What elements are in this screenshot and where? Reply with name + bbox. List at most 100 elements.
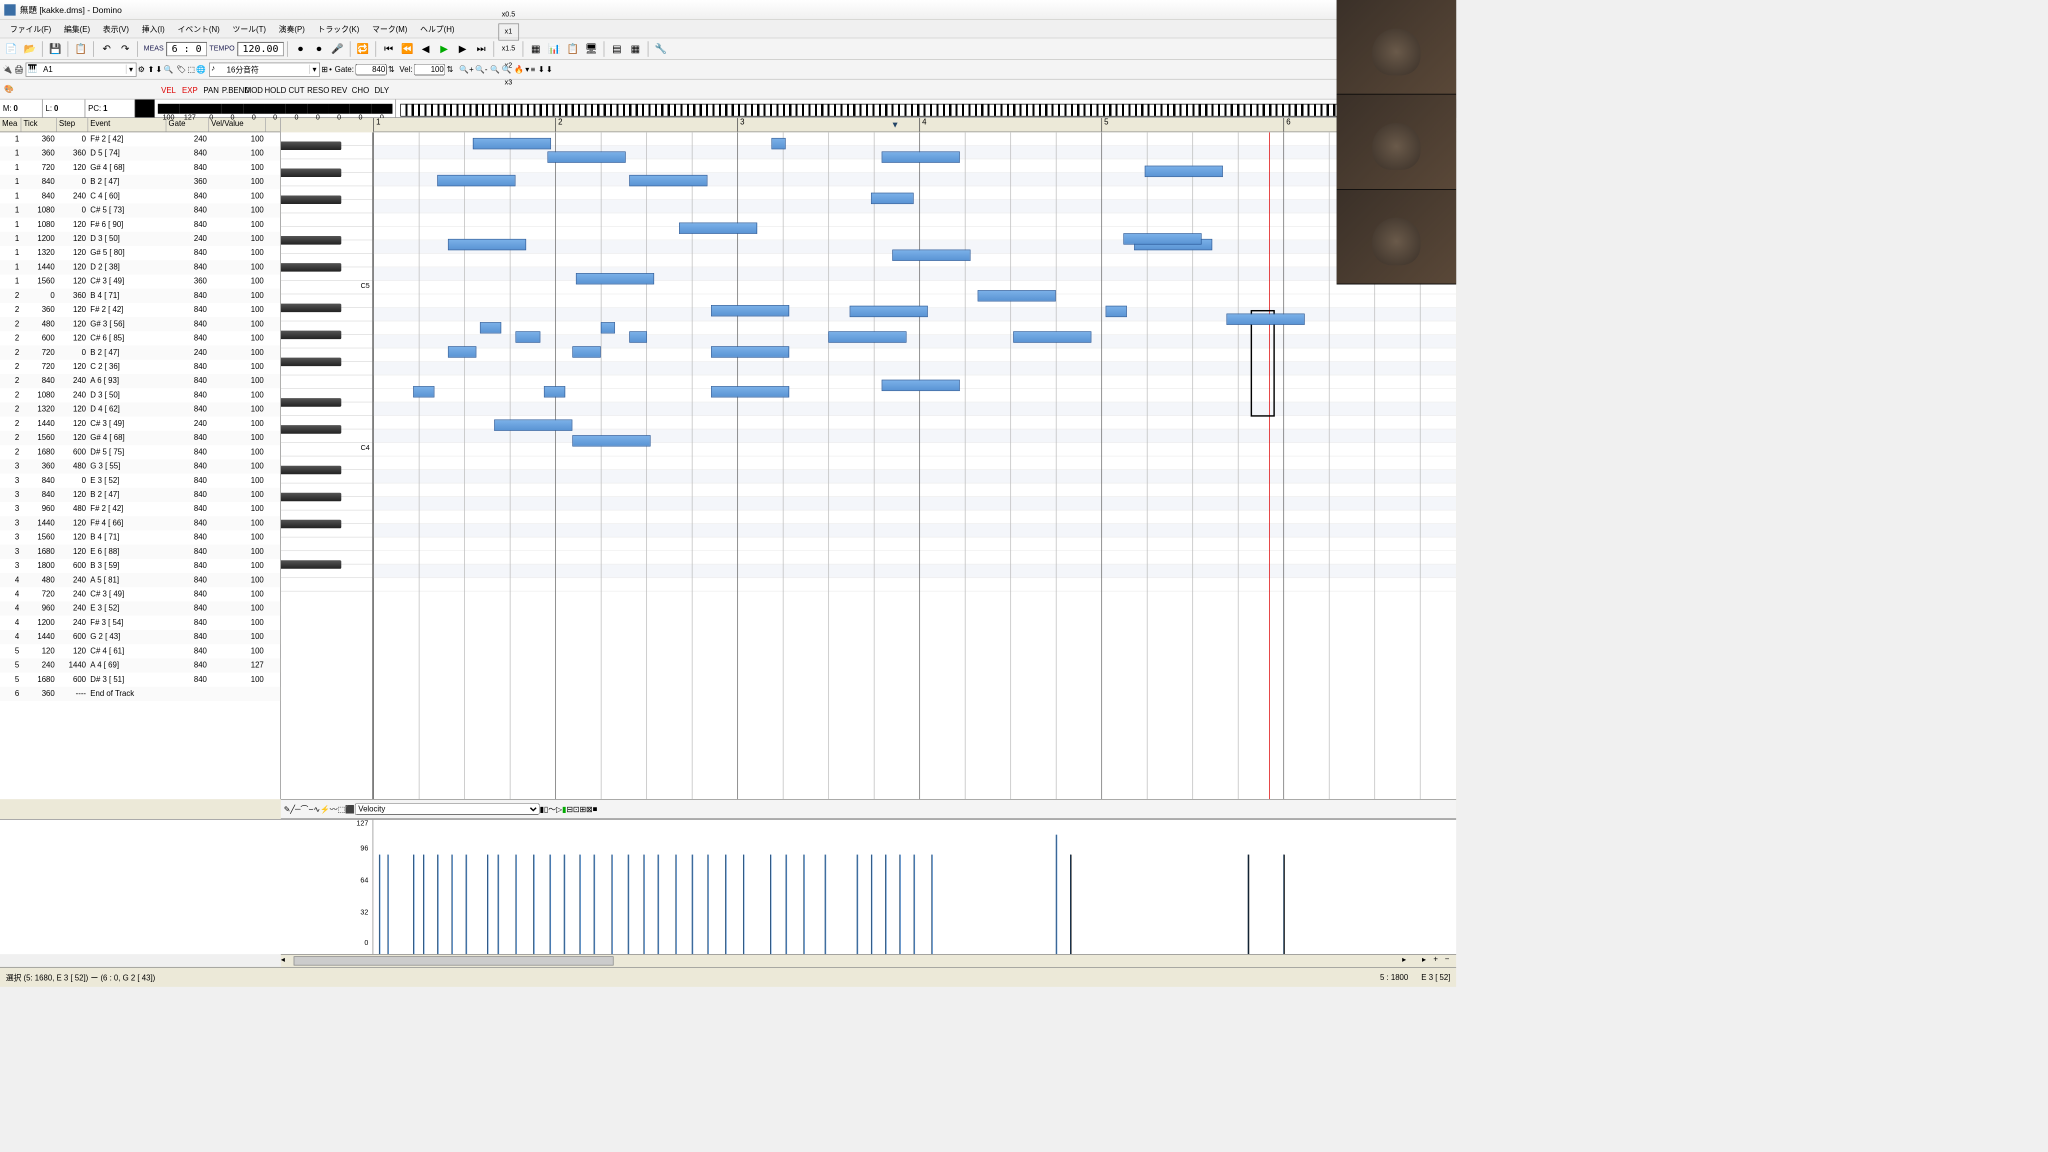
- menu-item[interactable]: マーク(M): [366, 21, 413, 37]
- rewind-button[interactable]: ⏪: [399, 40, 416, 57]
- forward-button[interactable]: ▶: [454, 40, 471, 57]
- save-button[interactable]: 💾: [47, 40, 64, 57]
- col-header[interactable]: Event: [88, 118, 166, 132]
- note[interactable]: [629, 175, 707, 186]
- event-row[interactable]: 21560120G# 4 [ 68]840100: [0, 431, 280, 445]
- note[interactable]: [629, 331, 647, 342]
- wrench-button[interactable]: 🔧: [652, 40, 669, 57]
- dot-button[interactable]: •: [329, 65, 332, 74]
- event-row[interactable]: 11320120G# 5 [ 80]840100: [0, 246, 280, 260]
- note[interactable]: [1123, 233, 1201, 244]
- zoomout-v-button[interactable]: 🔍: [501, 65, 511, 74]
- event-row[interactable]: 52401440A 4 [ 69]840127: [0, 658, 280, 672]
- note[interactable]: [771, 138, 785, 149]
- note[interactable]: [1106, 306, 1127, 317]
- note[interactable]: [448, 239, 526, 250]
- open-button[interactable]: 📂: [21, 40, 38, 57]
- notelen-dropdown[interactable]: ♪ 16分音符 ▾: [209, 62, 320, 76]
- piano-key[interactable]: [281, 538, 373, 552]
- note[interactable]: [892, 250, 970, 261]
- menu-item[interactable]: ヘルプ(H): [414, 21, 460, 37]
- note[interactable]: [547, 151, 625, 162]
- event-row[interactable]: 31800600B 3 [ 59]840100: [0, 559, 280, 573]
- note[interactable]: [711, 386, 789, 397]
- col-header[interactable]: Step: [57, 118, 88, 132]
- note[interactable]: [882, 380, 960, 391]
- event-row[interactable]: 3360480G 3 [ 55]840100: [0, 459, 280, 473]
- zoom-x1.5[interactable]: x1.5: [498, 40, 519, 57]
- velocity-bar[interactable]: [413, 855, 414, 955]
- event-list[interactable]: MeaTickStepEventGateVel/Value 13600F# 2 …: [0, 118, 281, 799]
- velocity-bar[interactable]: [857, 855, 858, 955]
- note[interactable]: [480, 322, 501, 333]
- event-row[interactable]: 2600120C# 6 [ 85]840100: [0, 331, 280, 345]
- col-header[interactable]: Tick: [21, 118, 57, 132]
- piano-key[interactable]: [281, 470, 373, 484]
- note[interactable]: [882, 151, 960, 162]
- note[interactable]: [1226, 314, 1304, 325]
- event-row[interactable]: 2720120C 2 [ 36]840100: [0, 360, 280, 374]
- menu-item[interactable]: 表示(V): [97, 21, 134, 37]
- event-row[interactable]: 20360B 4 [ 71]840100: [0, 289, 280, 303]
- cc-dropdown[interactable]: Velocity: [355, 803, 540, 814]
- align-button[interactable]: ≡: [531, 65, 536, 74]
- velocity-bar[interactable]: [643, 855, 644, 955]
- back-button[interactable]: ◀: [417, 40, 434, 57]
- redo-button[interactable]: ↷: [117, 40, 134, 57]
- note[interactable]: [544, 386, 565, 397]
- note[interactable]: [413, 386, 434, 397]
- snap-button[interactable]: ⊞: [321, 65, 328, 74]
- event-row[interactable]: 1840240C 4 [ 60]840100: [0, 189, 280, 203]
- zoom-plus-button[interactable]: +: [1433, 955, 1444, 964]
- event-row[interactable]: 21440120C# 3 [ 49]240100: [0, 417, 280, 431]
- wave-button[interactable]: 〜: [548, 803, 556, 814]
- note[interactable]: [515, 331, 540, 342]
- scroll-left-button[interactable]: ◂: [281, 955, 292, 964]
- copy-button[interactable]: 📋: [73, 40, 90, 57]
- velocity-bar[interactable]: [379, 855, 380, 955]
- note[interactable]: [1145, 166, 1223, 177]
- measure-marker[interactable]: 3: [737, 118, 744, 132]
- download1-button[interactable]: ⬇: [538, 65, 545, 74]
- velocity-panel[interactable]: 1279664320: [0, 819, 1456, 954]
- velocity-bar[interactable]: [515, 855, 516, 955]
- scroll-thumb[interactable]: [294, 956, 614, 965]
- event-row[interactable]: 31680120E 6 [ 88]840100: [0, 545, 280, 559]
- velocity-bar[interactable]: [725, 855, 726, 955]
- nav3-button[interactable]: 🔍: [164, 65, 174, 74]
- zoomout-button[interactable]: 🔍-: [475, 65, 487, 74]
- menu-item[interactable]: 編集(E): [58, 21, 95, 37]
- velocity-bar[interactable]: [871, 855, 872, 955]
- velocity-bar[interactable]: [564, 855, 565, 955]
- print-button[interactable]: 🖨: [14, 65, 24, 74]
- event-row[interactable]: 4720240C# 3 [ 49]840100: [0, 587, 280, 601]
- piano-key[interactable]: [281, 497, 373, 511]
- piano-key[interactable]: [281, 578, 373, 592]
- forward-end-button[interactable]: ⏭: [473, 40, 490, 57]
- velocity-bar[interactable]: [498, 855, 499, 955]
- event-row[interactable]: 4480240A 5 [ 81]840100: [0, 573, 280, 587]
- measure-marker[interactable]: 6: [1283, 118, 1290, 132]
- curve4-button[interactable]: 〰: [330, 803, 338, 814]
- event-row[interactable]: 31440120F# 4 [ 66]840100: [0, 516, 280, 530]
- event-row[interactable]: 11080120F# 6 [ 90]840100: [0, 218, 280, 232]
- measure-marker[interactable]: 4: [919, 118, 926, 132]
- grid-button[interactable]: ▤: [608, 40, 625, 57]
- piano-key[interactable]: [281, 375, 373, 389]
- zoomin-button[interactable]: 🔍+: [459, 65, 473, 74]
- event-row[interactable]: 3960480F# 2 [ 42]840100: [0, 502, 280, 516]
- event-row[interactable]: 4960240E 3 [ 52]840100: [0, 602, 280, 616]
- col-header[interactable]: Mea: [0, 118, 21, 132]
- note[interactable]: [494, 419, 572, 430]
- event-row[interactable]: 18400B 2 [ 47]360100: [0, 175, 280, 189]
- note[interactable]: [978, 290, 1056, 301]
- solid-button[interactable]: ■: [593, 805, 598, 814]
- piano-key[interactable]: [281, 200, 373, 214]
- random-button[interactable]: ⚡: [320, 804, 330, 813]
- event-row[interactable]: 5120120C# 4 [ 61]840100: [0, 644, 280, 658]
- h-scrollbar[interactable]: ◂ ▸ ▸ + −: [281, 954, 1456, 967]
- note[interactable]: [601, 322, 615, 333]
- menu-item[interactable]: ファイル(F): [4, 21, 57, 37]
- piano-key[interactable]: [281, 565, 373, 579]
- note[interactable]: [437, 175, 515, 186]
